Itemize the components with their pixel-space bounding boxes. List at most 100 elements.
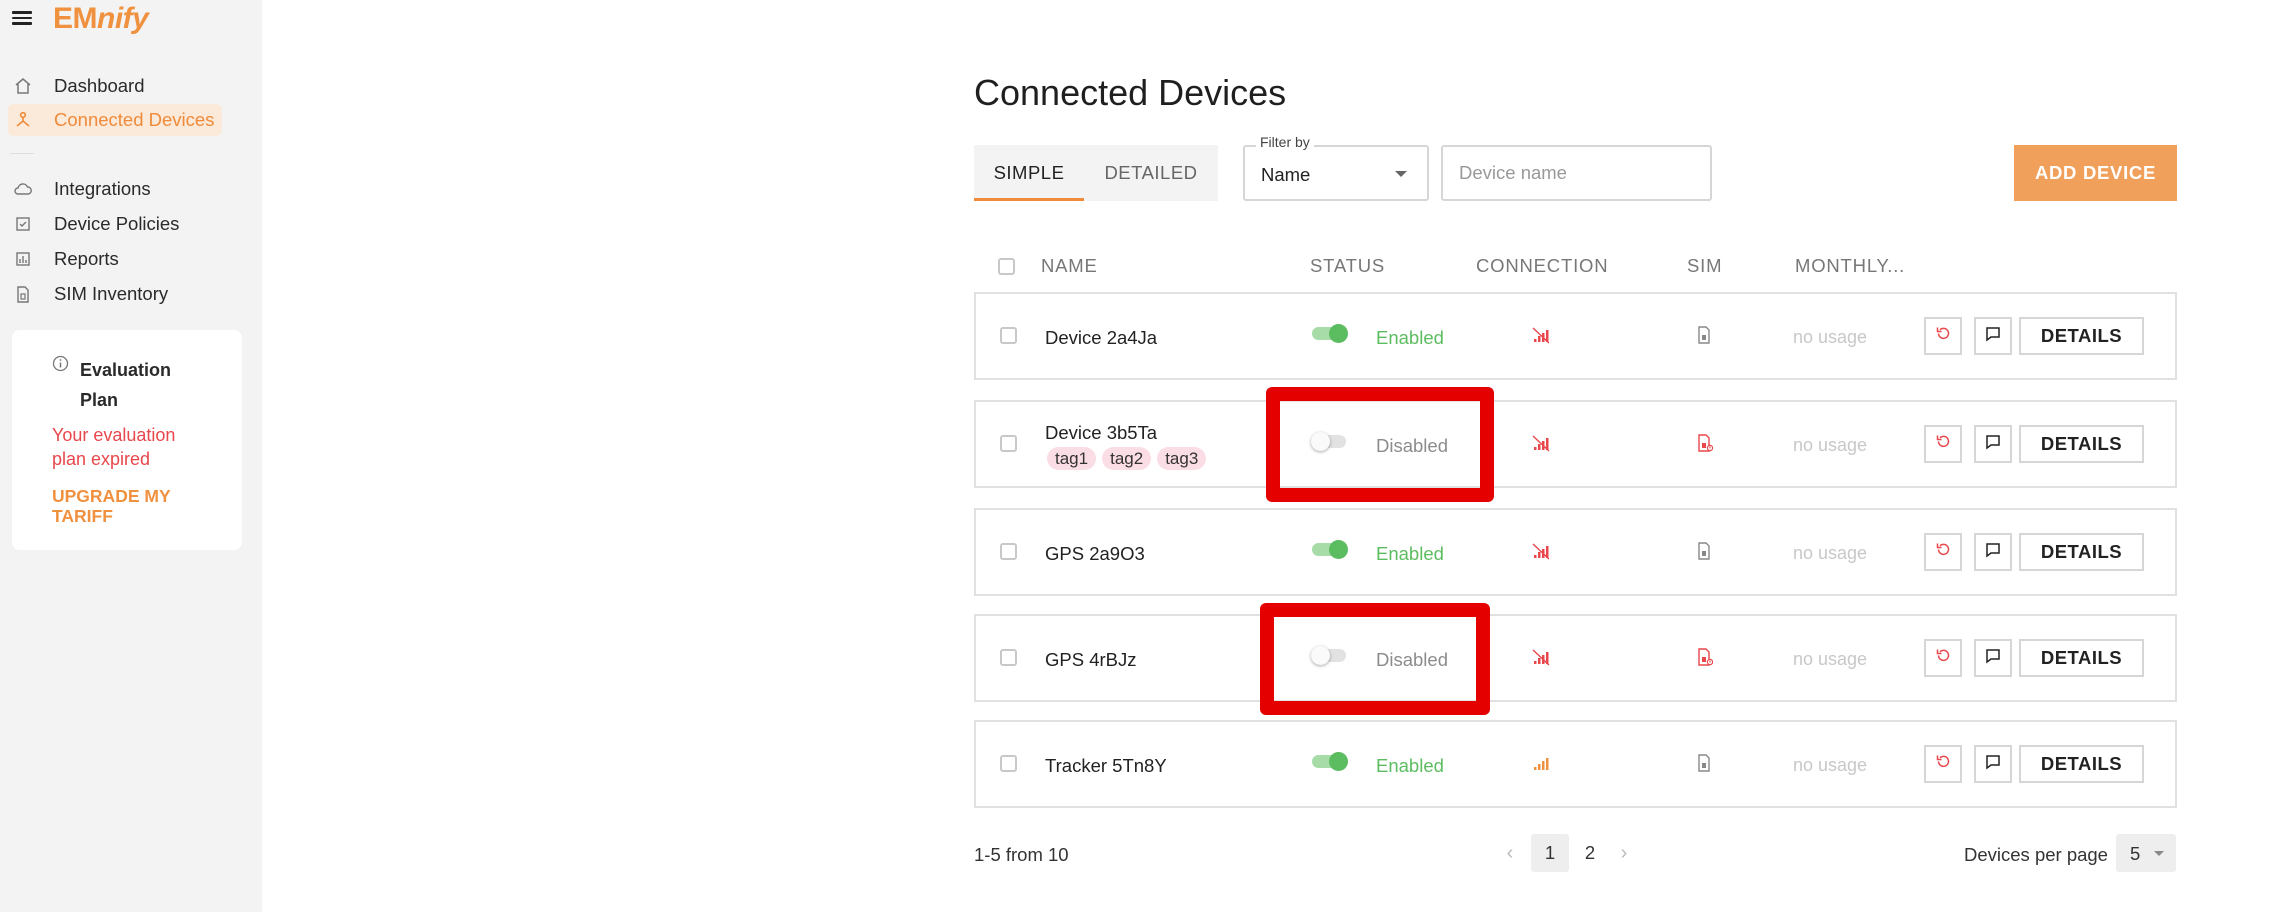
- status-toggle[interactable]: [1312, 540, 1348, 559]
- status-toggle[interactable]: [1312, 324, 1348, 343]
- monthly-usage: no usage: [1793, 755, 1868, 775]
- row-checkbox[interactable]: [1000, 435, 1017, 452]
- status-toggle[interactable]: [1312, 752, 1348, 771]
- no-signal-icon: [1532, 326, 1550, 349]
- column-header-name[interactable]: NAME: [1041, 255, 1098, 277]
- device-name: Device 2a4Ja: [1045, 327, 1158, 348]
- table-row[interactable]: Device 2a4Ja Enabled no usage DETAILS: [974, 292, 2177, 380]
- sidebar-item-label: Connected Devices: [54, 109, 215, 130]
- upgrade-tariff-link[interactable]: UPGRADE MY TARIFF: [52, 486, 202, 526]
- status-text: Enabled: [1376, 543, 1444, 564]
- row-checkbox[interactable]: [1000, 755, 1017, 772]
- status-toggle[interactable]: [1311, 432, 1348, 451]
- details-button[interactable]: DETAILS: [2019, 745, 2144, 783]
- send-sms-button[interactable]: [1974, 425, 2012, 463]
- details-button[interactable]: DETAILS: [2019, 317, 2144, 355]
- sidebar-item-label: Reports: [54, 248, 119, 269]
- evaluation-expired-message: Your evaluation plan expired: [52, 425, 176, 469]
- app-logo[interactable]: EMnify: [53, 2, 149, 36]
- page-button-1[interactable]: 1: [1531, 834, 1569, 872]
- per-page-label: Devices per page: [1964, 844, 2108, 865]
- details-button[interactable]: DETAILS: [2019, 639, 2144, 677]
- reset-connectivity-button[interactable]: [1924, 745, 1962, 783]
- info-icon: [52, 355, 69, 377]
- tab-detailed[interactable]: DETAILED: [1084, 145, 1218, 201]
- device-name: Tracker 5Tn8Y: [1045, 755, 1167, 776]
- table-row[interactable]: GPS 4rBJz Disabled no usage DETAILS: [974, 614, 2177, 702]
- sidebar-item-device-policies[interactable]: Device Policies: [8, 208, 187, 240]
- per-page-value: 5: [2130, 843, 2141, 864]
- monthly-usage: no usage: [1793, 435, 1868, 455]
- next-page-icon[interactable]: ›: [1610, 834, 1638, 872]
- sim-card-icon: [1697, 326, 1711, 349]
- reset-connectivity-button[interactable]: [1924, 425, 1962, 463]
- device-tags: tag1 tag2 tag3: [1047, 447, 1207, 470]
- column-header-connection[interactable]: CONNECTION: [1476, 255, 1608, 277]
- sim-card-icon: [1697, 542, 1711, 565]
- message-icon: [1985, 648, 2001, 669]
- reset-connectivity-button[interactable]: [1924, 533, 1962, 571]
- row-checkbox[interactable]: [1000, 327, 1017, 344]
- sidebar-item-label: SIM Inventory: [54, 283, 169, 304]
- reset-icon: [1935, 541, 1952, 563]
- column-header-monthly[interactable]: MONTHLY...: [1795, 255, 1905, 277]
- send-sms-button[interactable]: [1974, 533, 2012, 571]
- column-header-sim[interactable]: SIM: [1687, 255, 1722, 277]
- message-icon: [1985, 326, 2001, 347]
- message-icon: [1985, 542, 2001, 563]
- sidebar-item-integrations[interactable]: Integrations: [8, 173, 159, 205]
- hamburger-menu-icon[interactable]: [12, 8, 32, 28]
- row-checkbox[interactable]: [1000, 543, 1017, 560]
- table-row[interactable]: GPS 2a9O3 Enabled no usage DETAILS: [974, 508, 2177, 596]
- reset-connectivity-button[interactable]: [1924, 317, 1962, 355]
- status-toggle[interactable]: [1311, 646, 1348, 665]
- device-name: GPS 2a9O3: [1045, 543, 1145, 564]
- details-button[interactable]: DETAILS: [2019, 533, 2144, 571]
- page-button-2[interactable]: 2: [1571, 834, 1609, 872]
- table-row[interactable]: Device 3b5Ta tag1 tag2 tag3 Disabled no usage…: [974, 400, 2177, 488]
- column-header-status[interactable]: STATUS: [1310, 255, 1385, 277]
- select-all-checkbox[interactable]: [998, 258, 1015, 275]
- reset-connectivity-button[interactable]: [1924, 639, 1962, 677]
- sidebar: EMnify Dashboard Connected Devices Integ…: [0, 0, 262, 912]
- no-signal-icon: [1532, 434, 1550, 457]
- caret-down-icon: [1395, 171, 1407, 177]
- sim-error-icon: [1697, 648, 1714, 671]
- device-tag[interactable]: tag1: [1047, 447, 1097, 470]
- status-text: Disabled: [1376, 649, 1448, 670]
- send-sms-button[interactable]: [1974, 745, 2012, 783]
- send-sms-button[interactable]: [1974, 639, 2012, 677]
- device-name-search-input[interactable]: [1441, 145, 1712, 201]
- row-checkbox[interactable]: [1000, 649, 1017, 666]
- table-row[interactable]: Tracker 5Tn8Y Enabled no usage DETAILS: [974, 720, 2177, 808]
- reset-icon: [1935, 753, 1952, 775]
- sidebar-item-label: Device Policies: [54, 213, 180, 234]
- sim-error-icon: [1697, 434, 1714, 457]
- signal-strength-icon: [1532, 754, 1550, 777]
- tab-simple[interactable]: SIMPLE: [974, 145, 1084, 201]
- message-icon: [1985, 754, 2001, 775]
- add-device-button[interactable]: ADD DEVICE: [2014, 145, 2177, 201]
- toggle-knob: [1329, 540, 1348, 559]
- sidebar-item-label: Integrations: [54, 178, 151, 199]
- device-tag[interactable]: tag3: [1157, 447, 1207, 470]
- device-name: GPS 4rBJz: [1045, 649, 1137, 670]
- filter-by-select[interactable]: Name: [1243, 145, 1429, 201]
- status-text: Enabled: [1376, 327, 1444, 348]
- per-page-select[interactable]: 5: [2116, 834, 2176, 872]
- details-button[interactable]: DETAILS: [2019, 425, 2144, 463]
- sim-card-icon: [1697, 754, 1711, 777]
- prev-page-icon[interactable]: ‹: [1496, 834, 1524, 872]
- send-sms-button[interactable]: [1974, 317, 2012, 355]
- monthly-usage: no usage: [1793, 327, 1868, 347]
- sidebar-item-dashboard[interactable]: Dashboard: [8, 70, 153, 102]
- message-icon: [1985, 434, 2001, 455]
- sidebar-item-connected-devices[interactable]: Connected Devices: [8, 104, 223, 136]
- sidebar-item-sim-inventory[interactable]: SIM Inventory: [8, 278, 176, 310]
- pagination-range: 1-5 from 10: [974, 844, 1069, 865]
- sidebar-item-reports[interactable]: Reports: [8, 243, 127, 275]
- device-tag[interactable]: tag2: [1102, 447, 1152, 470]
- toggle-knob: [1311, 432, 1330, 451]
- sim-icon: [12, 283, 34, 305]
- reset-icon: [1935, 433, 1952, 455]
